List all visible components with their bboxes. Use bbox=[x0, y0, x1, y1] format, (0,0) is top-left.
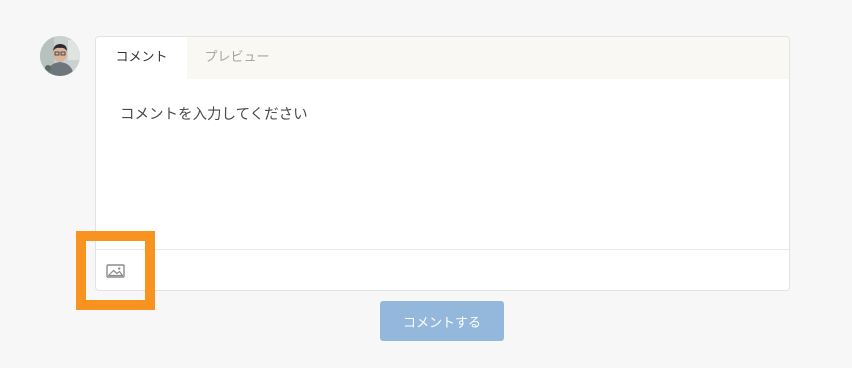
editor-toolbar bbox=[96, 249, 789, 290]
user-avatar-icon bbox=[40, 36, 80, 76]
editor-tabs: コメント プレビュー bbox=[96, 37, 789, 79]
submit-comment-button[interactable]: コメントする bbox=[380, 301, 504, 341]
tab-preview[interactable]: プレビュー bbox=[187, 37, 287, 79]
highlight-box bbox=[76, 231, 155, 310]
comment-editor: コメント プレビュー bbox=[95, 36, 790, 291]
avatar[interactable] bbox=[40, 36, 80, 76]
tab-comment[interactable]: コメント bbox=[96, 37, 187, 79]
comment-input[interactable] bbox=[96, 79, 789, 249]
